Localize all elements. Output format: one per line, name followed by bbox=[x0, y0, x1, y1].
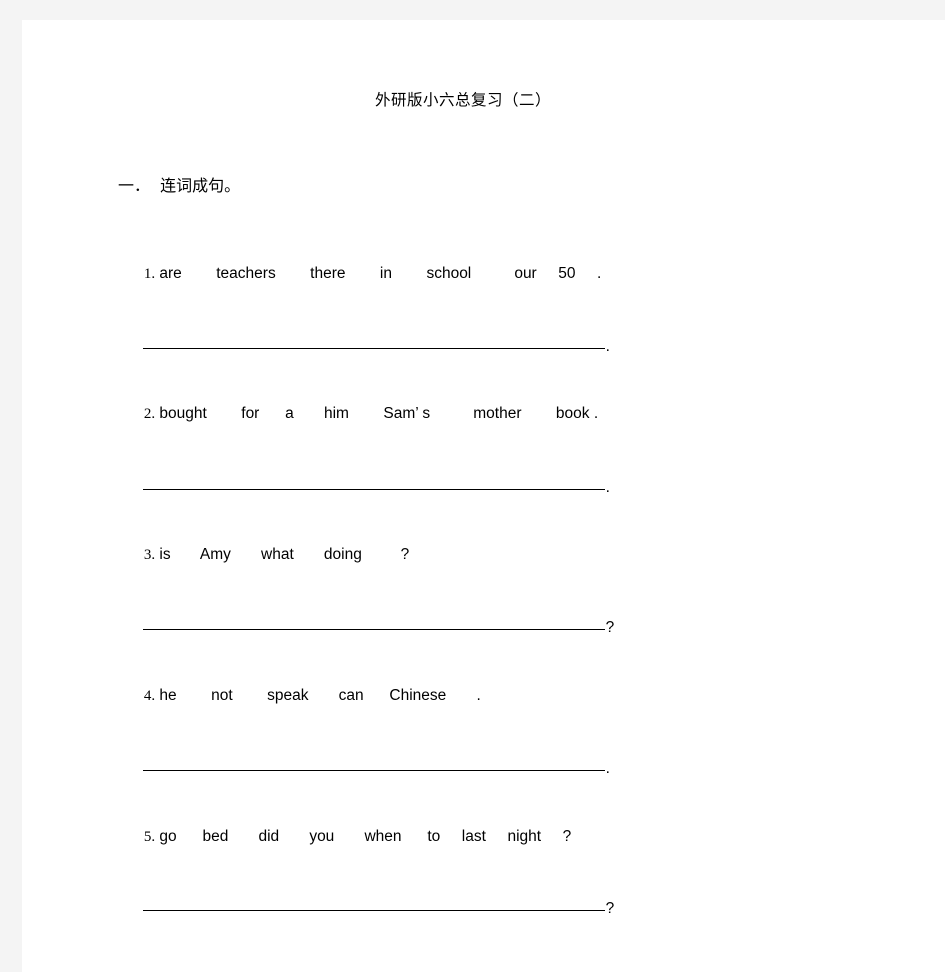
question-number-4: 4. bbox=[143, 687, 156, 704]
answer-rule-4 bbox=[142, 758, 605, 771]
question-number-5: 5. bbox=[143, 828, 156, 845]
document-page: 外研版小六总复习（二） 一． 连词成句。 1. are teachers the… bbox=[22, 20, 945, 972]
question-line-3: 3. is Amy what doing ? bbox=[118, 531, 409, 578]
question-number-1: 1. bbox=[143, 265, 156, 282]
question-words-3: is Amy what doing ? bbox=[155, 545, 410, 563]
question-line-4: 4. he not speak can Chinese . bbox=[118, 672, 481, 719]
question-line-2: 2. bought for a him Sam’ s mother book . bbox=[118, 390, 598, 437]
document-content: 外研版小六总复习（二） 一． 连词成句。 1. are teachers the… bbox=[118, 20, 908, 972]
question-line-1: 1. are teachers there in school our 50 . bbox=[118, 250, 602, 297]
answer-punct-4: . bbox=[605, 759, 610, 777]
answer-rule-3 bbox=[142, 617, 605, 630]
question-words-5: go bed did you when to last night ? bbox=[155, 827, 572, 845]
answer-rule-5 bbox=[142, 898, 605, 911]
question-number-2: 2. bbox=[143, 405, 156, 422]
answer-punct-5: ? bbox=[605, 899, 615, 917]
answer-blank-3[interactable]: ? bbox=[118, 601, 614, 651]
question-words-4: he not speak can Chinese . bbox=[155, 686, 481, 704]
answer-blank-1[interactable]: . bbox=[118, 320, 610, 370]
answer-blank-5[interactable]: ? bbox=[118, 882, 614, 932]
page-title: 外研版小六总复习（二） bbox=[374, 91, 551, 109]
question-words-2: bought for a him Sam’ s mother book . bbox=[155, 404, 599, 422]
answer-punct-1: . bbox=[605, 337, 610, 355]
answer-blank-4[interactable]: . bbox=[118, 742, 610, 792]
answer-punct-2: . bbox=[605, 478, 610, 496]
answer-rule-2 bbox=[142, 477, 605, 490]
question-number-3: 3. bbox=[143, 546, 156, 563]
answer-punct-3: ? bbox=[605, 618, 615, 636]
question-words-1: are teachers there in school our 50 . bbox=[155, 264, 602, 282]
question-line-5: 5. go bed did you when to last night ? bbox=[118, 813, 571, 860]
answer-rule-1 bbox=[142, 336, 605, 349]
answer-blank-2[interactable]: . bbox=[118, 461, 610, 511]
section-heading-exercise-one: 一． 连词成句。 bbox=[118, 176, 241, 195]
